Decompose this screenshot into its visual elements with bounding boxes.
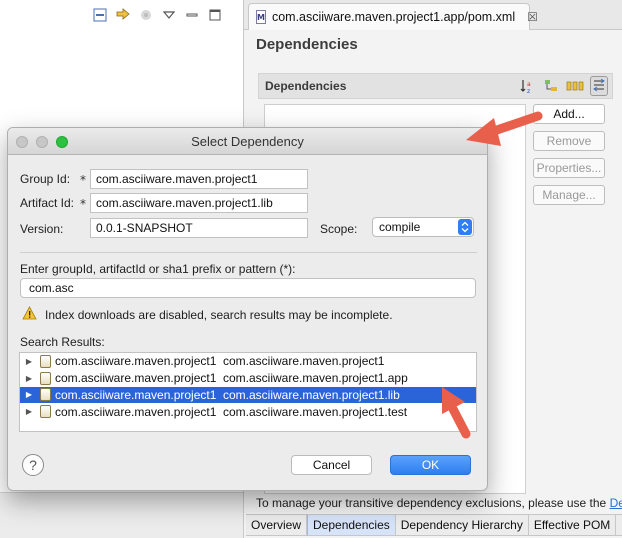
sort-az-icon[interactable]: az bbox=[518, 76, 536, 96]
dependency-actions: Add... Remove Properties... Manage... bbox=[533, 104, 605, 205]
tab-pom-xml[interactable]: pom bbox=[616, 515, 622, 536]
maven-pom-icon: M bbox=[256, 10, 266, 24]
expand-arrow-icon[interactable]: ▶ bbox=[22, 407, 36, 416]
editor-tab-title: com.asciiware.maven.project1.app/pom.xml bbox=[271, 10, 516, 24]
collapse-all-icon[interactable] bbox=[92, 7, 108, 23]
show-version-icon[interactable] bbox=[566, 76, 584, 96]
results-label: Search Results: bbox=[20, 335, 105, 349]
result-artifact-id: com.asciiware.maven.project1.app bbox=[223, 371, 408, 386]
page-title: Dependencies bbox=[256, 36, 358, 53]
tab-dependency-hierarchy[interactable]: Dependency Hierarchy bbox=[395, 515, 529, 536]
group-id-required-marker: * bbox=[80, 173, 86, 187]
result-group-id: com.asciiware.maven.project1 bbox=[55, 387, 217, 402]
result-artifact-id: com.asciiware.maven.project1.test bbox=[223, 404, 408, 419]
tab-overview[interactable]: Overview bbox=[246, 515, 308, 536]
updown-chevron-icon bbox=[458, 219, 472, 235]
search-input[interactable]: com.asc bbox=[20, 278, 476, 298]
version-label: Version: bbox=[20, 222, 64, 236]
ok-button[interactable]: OK bbox=[390, 455, 471, 475]
add-dependency-button[interactable]: Add... bbox=[533, 104, 605, 124]
svg-text:a: a bbox=[527, 81, 531, 88]
search-results-tree[interactable]: ▶ com.asciiware.maven.project1 com.ascii… bbox=[19, 352, 477, 432]
manage-button[interactable]: Manage... bbox=[533, 185, 605, 205]
info-text: To manage your transitive dependency exc… bbox=[256, 496, 610, 510]
section-title: Dependencies bbox=[265, 79, 347, 93]
jar-icon bbox=[40, 371, 51, 385]
result-row-selected[interactable]: ▶ com.asciiware.maven.project1 com.ascii… bbox=[20, 386, 476, 404]
result-row[interactable]: ▶ com.asciiware.maven.project1 com.ascii… bbox=[20, 370, 476, 387]
help-button[interactable]: ? bbox=[22, 454, 44, 476]
result-group-id: com.asciiware.maven.project1 bbox=[55, 354, 217, 369]
artifact-id-label: Artifact Id: bbox=[20, 196, 75, 210]
dialog-separator bbox=[20, 252, 477, 253]
cancel-button[interactable]: Cancel bbox=[291, 455, 372, 475]
expand-arrow-icon[interactable]: ▶ bbox=[22, 390, 36, 399]
left-view-toolbar bbox=[92, 4, 223, 26]
left-status-area bbox=[0, 492, 243, 538]
dialog-title: Select Dependency bbox=[191, 134, 304, 149]
editor-tab-bar: M com.asciiware.maven.project1.app/pom.x… bbox=[244, 0, 622, 30]
result-artifact-id: com.asciiware.maven.project1.lib bbox=[223, 387, 400, 402]
result-row[interactable]: ▶ com.asciiware.maven.project1 com.ascii… bbox=[20, 403, 476, 420]
search-label: Enter groupId, artifactId or sha1 prefix… bbox=[20, 262, 296, 276]
jar-icon bbox=[40, 388, 51, 402]
filter-icon[interactable] bbox=[590, 76, 608, 96]
expand-arrow-icon[interactable]: ▶ bbox=[22, 374, 36, 383]
section-toolbar: az bbox=[518, 76, 608, 96]
tab-dependencies[interactable]: Dependencies bbox=[307, 515, 396, 536]
maximize-icon[interactable] bbox=[207, 7, 223, 23]
scope-value: compile bbox=[379, 220, 421, 234]
expand-arrow-icon[interactable]: ▶ bbox=[22, 357, 36, 366]
close-tab-icon[interactable]: ☒ bbox=[527, 10, 538, 24]
index-warning: Index downloads are disabled, search res… bbox=[22, 306, 393, 323]
minimize-icon[interactable] bbox=[184, 7, 200, 23]
focus-icon[interactable] bbox=[138, 7, 154, 23]
version-field[interactable]: 0.0.1-SNAPSHOT bbox=[90, 218, 308, 238]
editor-page-tabs: Overview Dependencies Dependency Hierarc… bbox=[246, 514, 622, 536]
scope-select[interactable]: compile bbox=[372, 217, 474, 237]
artifact-id-field[interactable]: com.asciiware.maven.project1.lib bbox=[90, 193, 308, 213]
view-menu-icon[interactable] bbox=[161, 7, 177, 23]
group-id-field[interactable]: com.asciiware.maven.project1 bbox=[90, 169, 308, 189]
result-group-id: com.asciiware.maven.project1 bbox=[55, 371, 217, 386]
properties-button[interactable]: Properties... bbox=[533, 158, 605, 178]
svg-text:z: z bbox=[527, 88, 530, 94]
jar-icon bbox=[40, 405, 51, 419]
transitive-info: To manage your transitive dependency exc… bbox=[256, 496, 622, 510]
remove-dependency-button[interactable]: Remove bbox=[533, 131, 605, 151]
dependency-hierarchy-link[interactable]: Dep bbox=[610, 496, 622, 510]
editor-tab-pom[interactable]: M com.asciiware.maven.project1.app/pom.x… bbox=[248, 3, 538, 30]
result-row[interactable]: ▶ com.asciiware.maven.project1 com.ascii… bbox=[20, 353, 476, 370]
scope-label: Scope: bbox=[320, 222, 358, 236]
result-group-id: com.asciiware.maven.project1 bbox=[55, 404, 217, 419]
group-id-label: Group Id: bbox=[20, 172, 71, 186]
warning-text: Index downloads are disabled, search res… bbox=[45, 307, 393, 322]
dialog-titlebar: Select Dependency bbox=[8, 128, 487, 155]
warning-icon bbox=[22, 306, 37, 323]
jar-icon bbox=[40, 354, 51, 368]
link-with-editor-icon[interactable] bbox=[115, 7, 131, 23]
tab-effective-pom[interactable]: Effective POM bbox=[528, 515, 617, 536]
select-dependency-dialog: Select Dependency Group Id: * com.asciiw… bbox=[7, 127, 488, 491]
artifact-id-required-marker: * bbox=[80, 197, 86, 211]
result-artifact-id: com.asciiware.maven.project1 bbox=[223, 354, 385, 369]
dependencies-section-header: Dependencies az bbox=[258, 73, 613, 99]
show-groupid-icon[interactable] bbox=[542, 76, 560, 96]
